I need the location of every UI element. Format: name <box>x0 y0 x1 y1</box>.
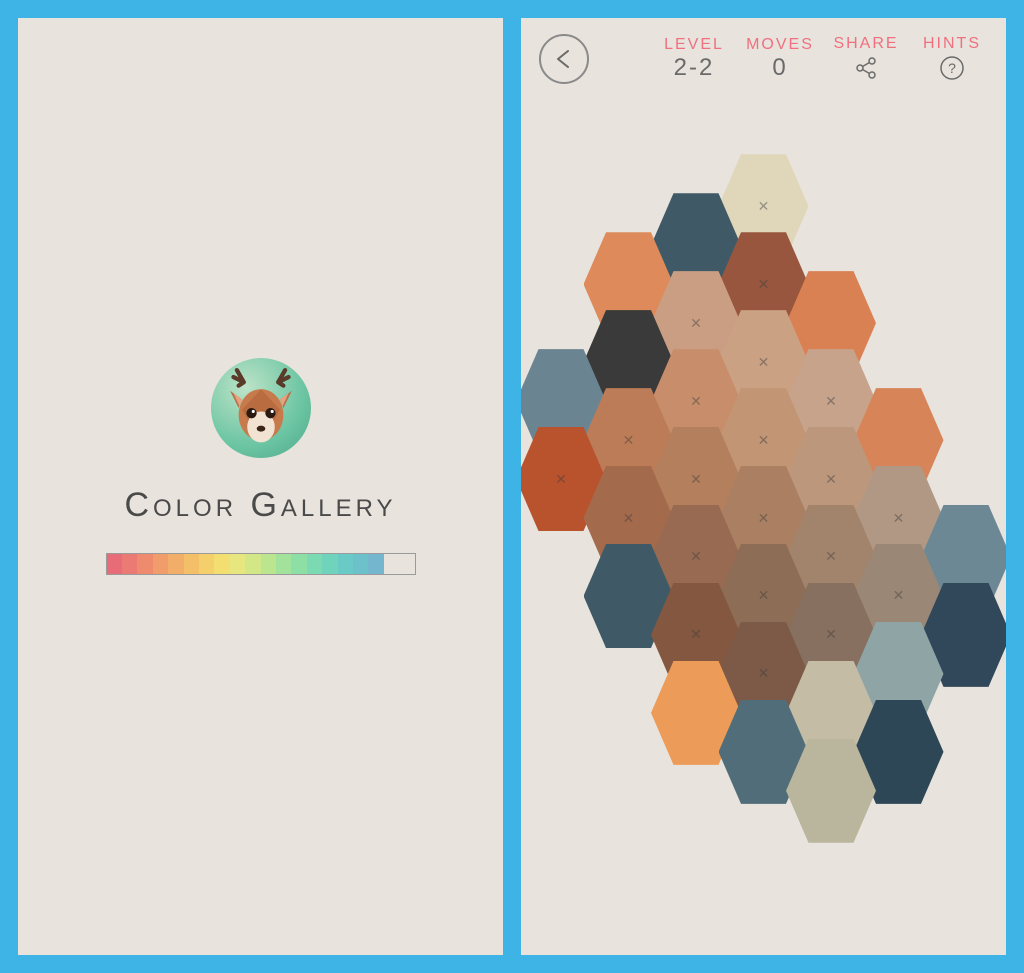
app-title: Color Gallery <box>124 486 396 525</box>
moves-value: 0 <box>772 54 787 82</box>
progress-segment <box>184 554 199 574</box>
moves-stat: MOVES 0 <box>744 36 816 82</box>
lock-x-icon: ✕ <box>758 432 770 449</box>
progress-segment <box>245 554 260 574</box>
lock-x-icon: ✕ <box>623 432 635 449</box>
progress-segment <box>307 554 322 574</box>
progress-segment <box>368 554 383 574</box>
progress-bar <box>106 553 416 575</box>
progress-segment <box>338 554 353 574</box>
lock-x-icon: ✕ <box>758 510 770 527</box>
lock-x-icon: ✕ <box>690 315 702 332</box>
progress-segment <box>214 554 229 574</box>
deer-icon <box>211 358 311 458</box>
progress-segment <box>168 554 183 574</box>
progress-segment <box>137 554 152 574</box>
progress-segment <box>122 554 137 574</box>
hints-label: HINTS <box>923 35 981 53</box>
progress-segment <box>107 554 122 574</box>
title-screen: Color Gallery <box>18 18 503 955</box>
lock-x-icon: ✕ <box>825 548 837 565</box>
progress-segment <box>153 554 168 574</box>
lock-x-icon: ✕ <box>825 393 837 410</box>
lock-x-icon: ✕ <box>555 471 567 488</box>
hints-icon: ? <box>939 53 965 83</box>
game-screen: LEVEL 2-2 MOVES 0 SHARE HINTS <box>521 18 1006 955</box>
svg-text:?: ? <box>948 60 956 76</box>
lock-x-icon: ✕ <box>758 587 770 604</box>
level-value: 2-2 <box>674 54 715 82</box>
lock-x-icon: ✕ <box>758 354 770 371</box>
progress-segment <box>261 554 276 574</box>
progress-segment <box>230 554 245 574</box>
lock-x-icon: ✕ <box>690 548 702 565</box>
moves-label: MOVES <box>746 36 814 54</box>
arrow-left-icon <box>552 47 576 71</box>
progress-segment <box>384 554 399 574</box>
back-button[interactable] <box>539 34 589 84</box>
progress-segment <box>199 554 214 574</box>
lock-x-icon: ✕ <box>893 510 905 527</box>
lock-x-icon: ✕ <box>825 626 837 643</box>
lock-x-icon: ✕ <box>758 198 770 215</box>
game-header: LEVEL 2-2 MOVES 0 SHARE HINTS <box>521 18 1006 84</box>
lock-x-icon: ✕ <box>690 471 702 488</box>
share-label: SHARE <box>833 35 898 53</box>
share-icon <box>854 53 878 83</box>
progress-segment <box>291 554 306 574</box>
progress-segment <box>276 554 291 574</box>
lock-x-icon: ✕ <box>758 665 770 682</box>
lock-x-icon: ✕ <box>758 276 770 293</box>
progress-segment <box>399 554 414 574</box>
progress-segment <box>322 554 337 574</box>
level-stat: LEVEL 2-2 <box>658 36 730 82</box>
logo-group: Color Gallery <box>106 358 416 575</box>
lock-x-icon: ✕ <box>825 471 837 488</box>
lock-x-icon: ✕ <box>690 393 702 410</box>
hints-stat[interactable]: HINTS ? <box>916 35 988 83</box>
lock-x-icon: ✕ <box>623 510 635 527</box>
share-stat[interactable]: SHARE <box>830 35 902 83</box>
lock-x-icon: ✕ <box>893 587 905 604</box>
progress-segment <box>353 554 368 574</box>
lock-x-icon: ✕ <box>690 626 702 643</box>
level-label: LEVEL <box>664 36 724 54</box>
